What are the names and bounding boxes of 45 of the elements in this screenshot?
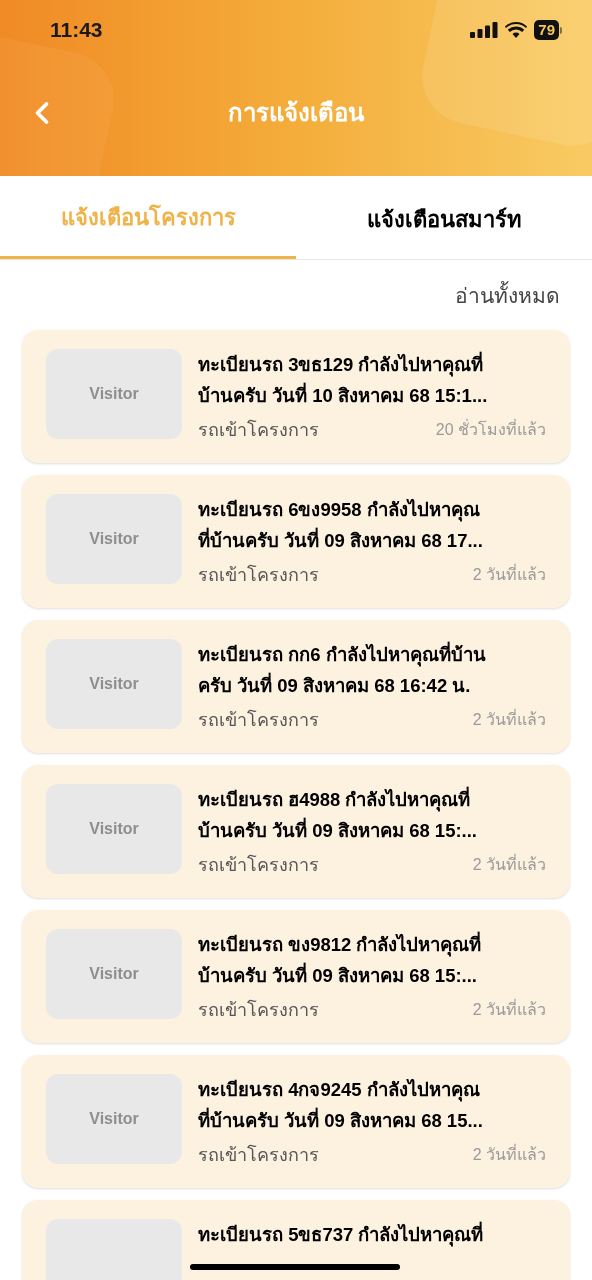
notification-card[interactable]: Visitor ทะเบียนรถ ขง9812 กำลังไปหาคุณที่ บ้านครับ วันที่ 09 สิงหาคม 68 15:... รถเข้าโครงการ 2 วันที่แล้ว xyxy=(22,909,570,1043)
notification-category: รถเข้าโครงการ xyxy=(198,1143,319,1167)
notification-message: บ้านครับ วันที่ 09 สิงหาคม 68 15:... xyxy=(198,961,478,988)
notification-time: 20 ชั่วโมงที่แล้ว xyxy=(435,418,546,440)
notification-time: 2 วันที่แล้ว xyxy=(472,998,546,1020)
signal-icon xyxy=(470,22,499,38)
notification-message: ทะเบียนรถ 6ขง9958 กำลังไปหาคุณ xyxy=(198,497,481,524)
thumbnail-label: Visitor xyxy=(89,963,139,984)
notification-card[interactable]: Visitor ทะเบียนรถ 3ขธ129 กำลังไปหาคุณที่ บ้านครับ วันที่ 10 สิงหาคม 68 15:1... รถเข้าโครงการ 20 ชั่วโมงที่แล้ว xyxy=(22,329,570,463)
wifi-icon xyxy=(505,22,528,38)
notification-category: รถเข้าโครงการ xyxy=(198,998,319,1022)
header-title: การแจ้งเตือน xyxy=(228,98,364,128)
notification-message: ทะเบียนรถ ขง9812 กำลังไปหาคุณที่ xyxy=(198,930,483,959)
notification-card[interactable]: ทะเบียนรถ 5ขธ737 กำลังไปหาคุณที่ xyxy=(22,1199,570,1280)
thumbnail-label: Visitor xyxy=(89,818,139,839)
notification-message: ครับ วันที่ 09 สิงหาคม 68 16:42 น. xyxy=(198,671,472,698)
notification-message: ทะเบียนรถ ฮ4988 กำลังไปหาคุณที่ xyxy=(198,785,472,814)
notification-message: ที่บ้านครับ วันที่ 09 สิงหาคม 68 15... xyxy=(198,1106,484,1133)
notification-message: บ้านครับ วันที่ 10 สิงหาคม 68 15:1... xyxy=(198,381,489,408)
thumbnail-label: Visitor xyxy=(89,528,139,549)
notification-message: บ้านครับ วันที่ 09 สิงหาคม 68 15:... xyxy=(198,816,478,843)
notification-message: ทะเบียนรถ 4กจ9245 กำลังไปหาคุณ xyxy=(198,1077,481,1104)
notification-message: ที่บ้านครับ วันที่ 09 สิงหาคม 68 17... xyxy=(198,526,484,553)
notification-category: รถเข้าโครงการ xyxy=(198,708,319,732)
notification-card[interactable]: Visitor ทะเบียนรถ 4กจ9245 กำลังไปหาคุณ ที่บ้านครับ วันที่ 09 สิงหาคม 68 15... รถเข้าโครงการ 2 วันที่แล้ว xyxy=(22,1054,570,1188)
thumbnail-label: Visitor xyxy=(89,673,139,694)
notification-category: รถเข้าโครงการ xyxy=(198,853,319,877)
notification-category: รถเข้าโครงการ xyxy=(198,418,319,442)
status-time: 11:43 xyxy=(50,17,103,44)
notification-message: ทะเบียนรถ 3ขธ129 กำลังไปหาคุณที่ xyxy=(198,350,485,379)
notification-card[interactable]: Visitor ทะเบียนรถ 6ขง9958 กำลังไปหาคุณ ที่บ้านครับ วันที่ 09 สิงหาคม 68 17... รถเข้าโครงการ 2 วันที่แล้ว xyxy=(22,474,570,608)
notification-message: ทะเบียนรถ กก6 กำลังไปหาคุณที่บ้าน xyxy=(198,640,487,669)
thumbnail-label: Visitor xyxy=(89,383,139,404)
battery-icon: 79 xyxy=(534,20,562,40)
notification-time: 2 วันที่แล้ว xyxy=(472,1143,546,1165)
notification-time: 2 วันที่แล้ว xyxy=(472,853,546,875)
notification-message: ทะเบียนรถ 5ขธ737 กำลังไปหาคุณที่ xyxy=(198,1220,485,1249)
notification-time: 2 วันที่แล้ว xyxy=(472,708,546,730)
thumbnail-label: Visitor xyxy=(89,1108,139,1129)
notification-card[interactable]: Visitor ทะเบียนรถ กก6 กำลังไปหาคุณที่บ้าน ครับ วันที่ 09 สิงหาคม 68 16:42 น. รถเข้าโครงการ 2 วันที่แล้ว xyxy=(22,619,570,753)
notification-card[interactable]: Visitor ทะเบียนรถ ฮ4988 กำลังไปหาคุณที่ บ้านครับ วันที่ 09 สิงหาคม 68 15:... รถเข้าโครงการ 2 วันที่แล้ว xyxy=(22,764,570,898)
tab[interactable]: แจ้งเตือนสมาร์ท xyxy=(296,176,592,259)
notification-time: 2 วันที่แล้ว xyxy=(472,563,546,585)
mark-all-read-link[interactable]: อ่านทั้งหมด xyxy=(455,280,560,312)
notification-category: รถเข้าโครงการ xyxy=(198,563,319,587)
